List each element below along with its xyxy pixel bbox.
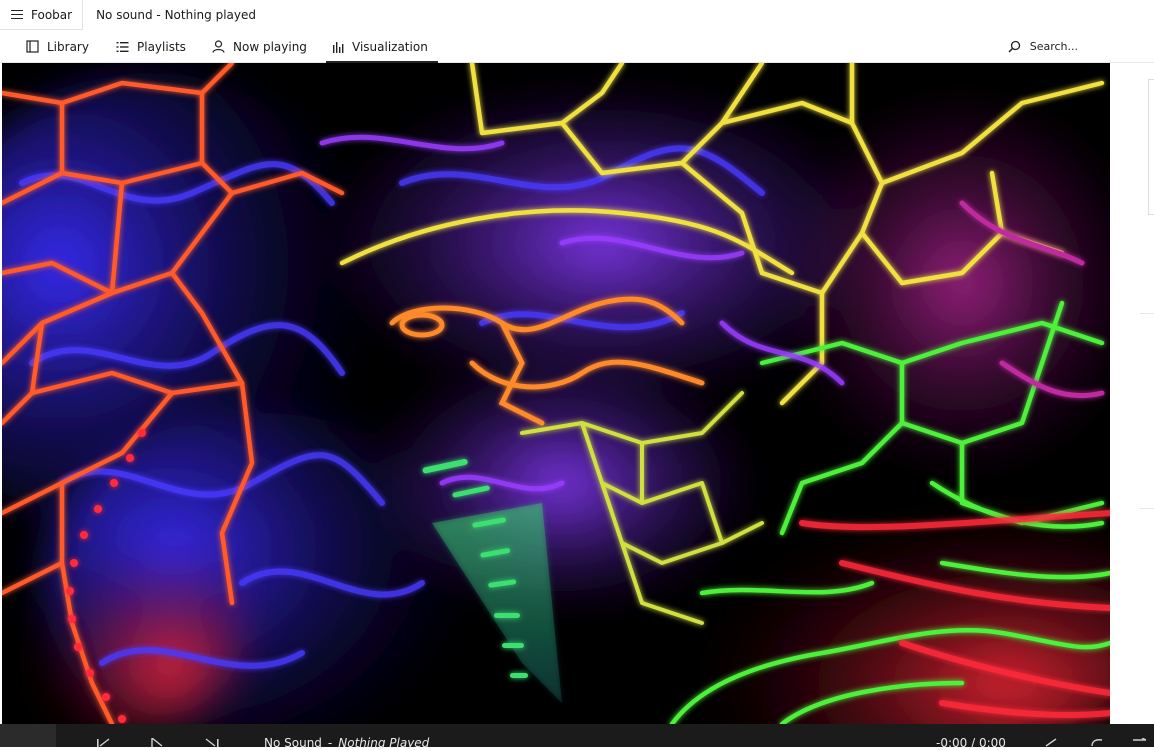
album-art-thumbnail[interactable] bbox=[0, 724, 56, 747]
hamburger-icon bbox=[11, 9, 23, 20]
shuffle-icon[interactable] bbox=[1132, 738, 1148, 747]
tab-now-playing-label: Now playing bbox=[233, 39, 307, 54]
now-playing-info: No Sound - Nothing Played bbox=[264, 736, 429, 750]
artist-name: No Sound bbox=[264, 736, 322, 750]
tab-playlists[interactable]: Playlists bbox=[110, 30, 192, 63]
person-icon bbox=[212, 40, 225, 53]
search-placeholder: Search... bbox=[1029, 40, 1078, 53]
visualization-art bbox=[2, 63, 1110, 724]
next-icon[interactable] bbox=[204, 738, 220, 747]
tab-now-playing[interactable]: Now playing bbox=[206, 30, 313, 63]
repeat-icon[interactable] bbox=[1090, 738, 1104, 747]
playback-bar: No Sound - Nothing Played -0:00 / 0:00 bbox=[0, 724, 1154, 750]
tab-library-label: Library bbox=[47, 39, 89, 54]
search-input[interactable]: Search... bbox=[1008, 30, 1078, 63]
window-title: No sound - Nothing played bbox=[96, 8, 256, 22]
tab-visualization-label: Visualization bbox=[352, 39, 428, 54]
separator: - bbox=[327, 736, 333, 750]
tab-bar: Library Playlists Now playing Visualizat… bbox=[0, 30, 1154, 63]
play-icon[interactable] bbox=[150, 738, 164, 747]
volume-icon[interactable] bbox=[1044, 738, 1060, 747]
app-menu-label: Foobar bbox=[31, 7, 73, 22]
bar-chart-icon bbox=[333, 41, 344, 53]
playback-time: -0:00 / 0:00 bbox=[936, 736, 1006, 750]
panel-frame bbox=[1148, 79, 1154, 215]
track-title: Nothing Played bbox=[338, 736, 430, 750]
title-bar: Foobar No sound - Nothing played bbox=[0, 0, 1154, 30]
visualization-canvas[interactable] bbox=[2, 63, 1110, 724]
tab-library[interactable]: Library bbox=[20, 30, 95, 63]
search-icon bbox=[1008, 40, 1020, 53]
app-menu-button[interactable]: Foobar bbox=[0, 0, 84, 30]
tab-visualization[interactable]: Visualization bbox=[326, 30, 438, 63]
library-icon bbox=[26, 40, 39, 53]
playlist-icon bbox=[116, 41, 129, 52]
previous-icon[interactable] bbox=[96, 738, 112, 747]
tab-playlists-label: Playlists bbox=[137, 39, 186, 54]
panel-divider bbox=[1140, 313, 1154, 314]
panel-divider bbox=[1140, 508, 1154, 509]
right-side-panel bbox=[1110, 63, 1154, 724]
